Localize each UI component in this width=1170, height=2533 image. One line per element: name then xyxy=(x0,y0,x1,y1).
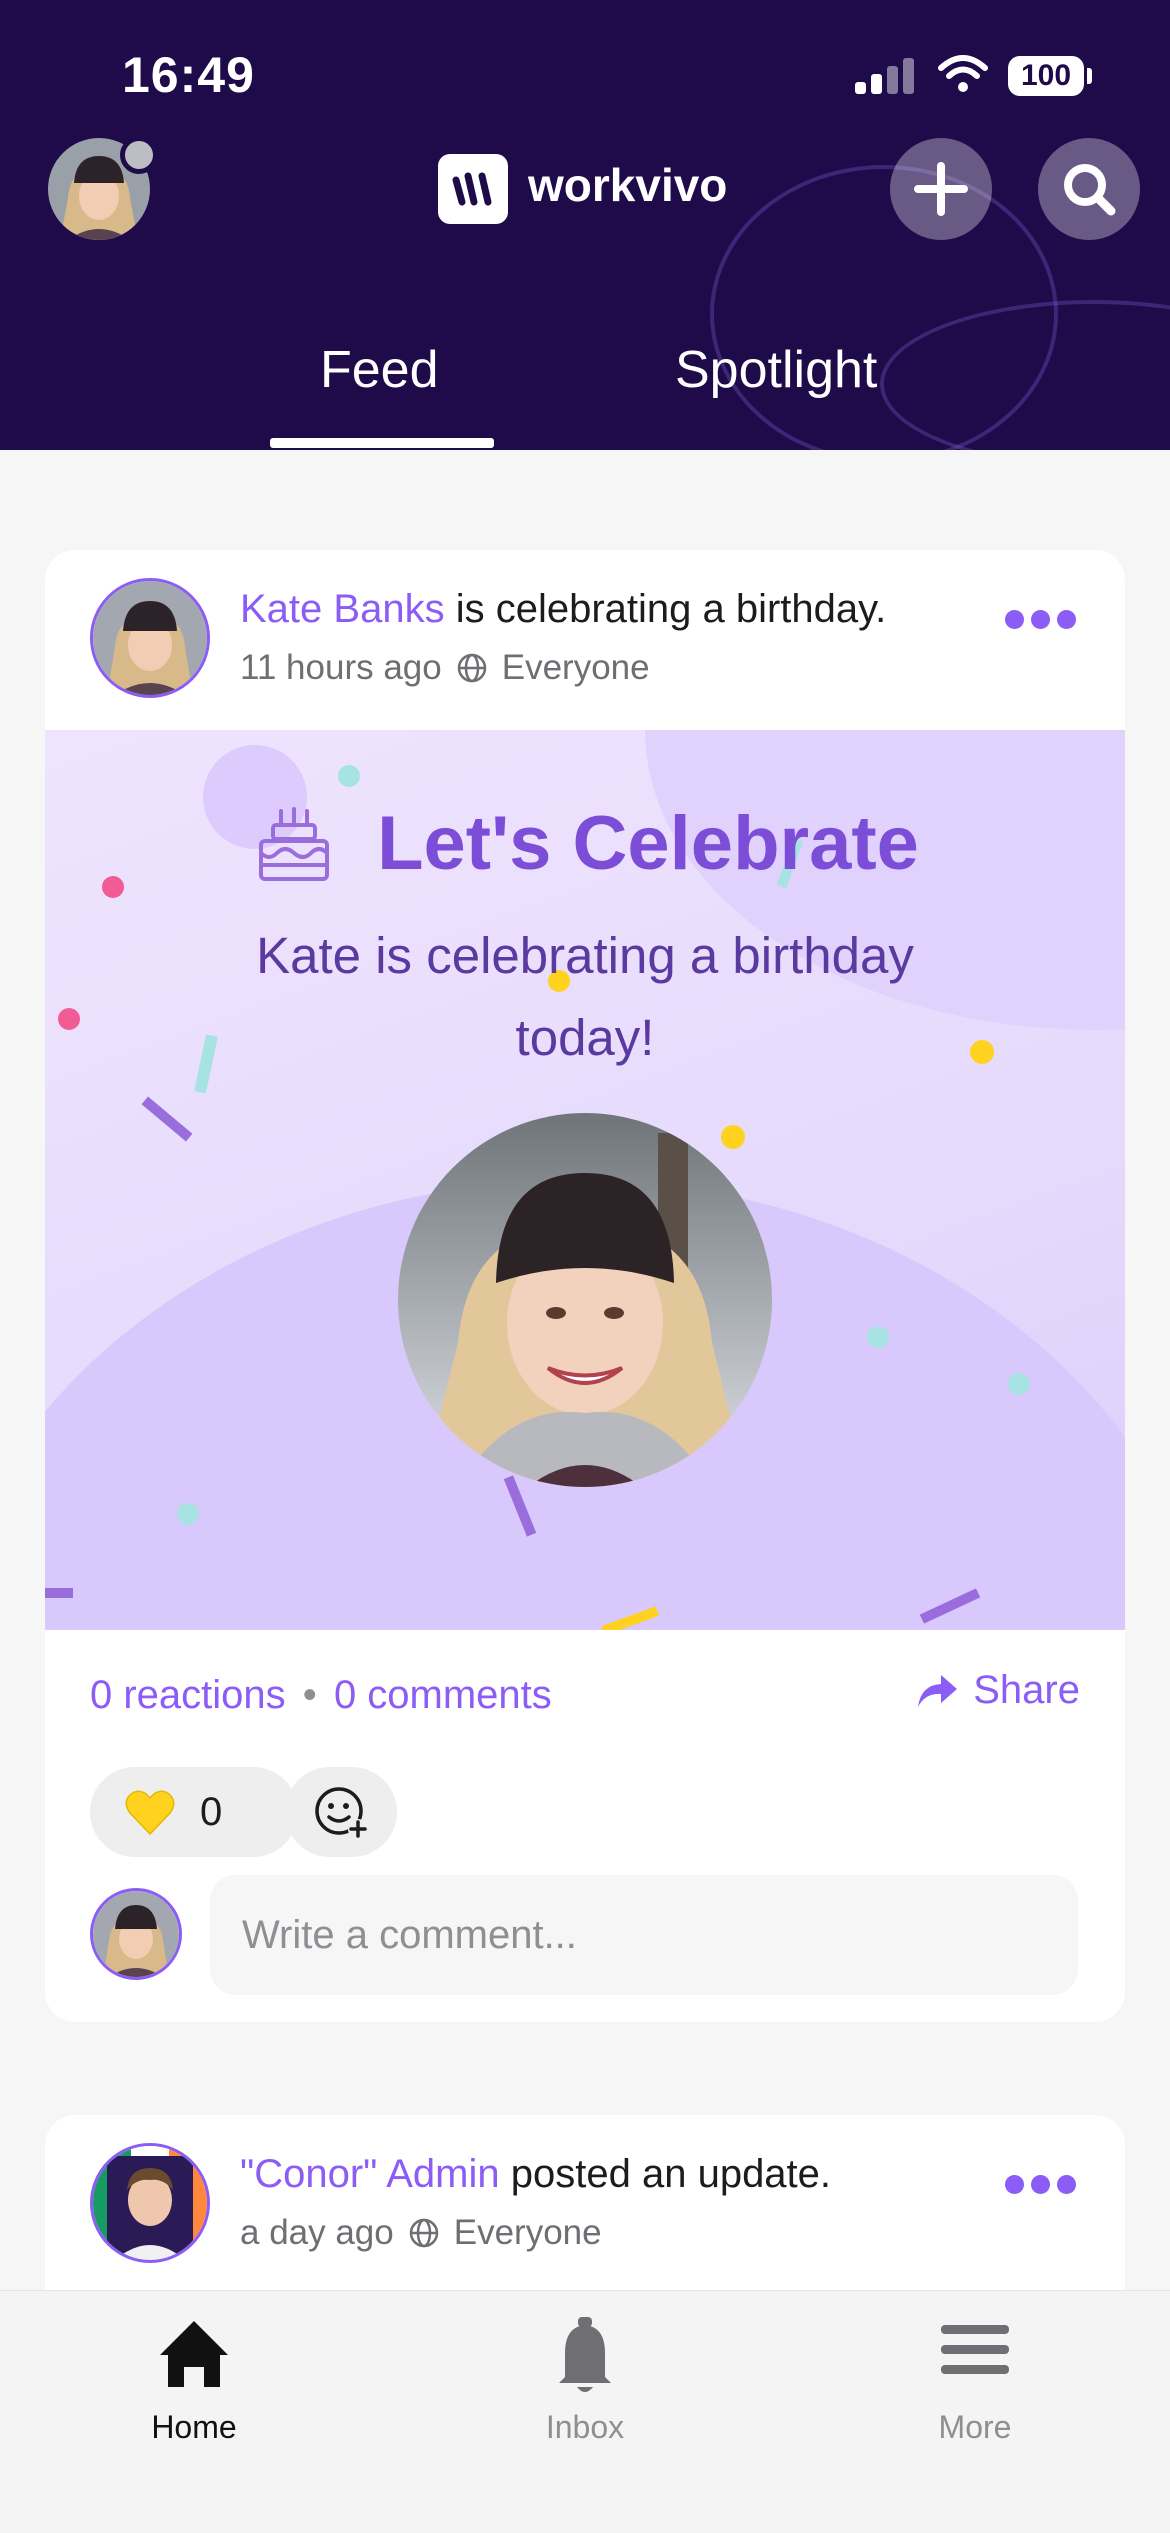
confetti xyxy=(45,1588,73,1598)
battery-tip xyxy=(1087,68,1092,84)
more-options-icon[interactable] xyxy=(1005,610,1076,630)
birthday-cake-icon xyxy=(259,806,330,881)
bell-icon xyxy=(559,2317,611,2392)
home-icon xyxy=(160,2321,228,2387)
active-tab-indicator xyxy=(270,438,494,448)
post-card: Kate Banks is celebrating a birthday. 11… xyxy=(45,550,1125,2022)
celebration-banner: Let's Celebrate Kate is celebrating a bi… xyxy=(45,730,1125,1630)
comments-count-link[interactable]: 0 comments xyxy=(334,1673,552,1717)
post-time: 11 hours ago xyxy=(240,648,442,687)
banner-title: Let's Celebrate xyxy=(377,801,919,886)
app-header: 16:49 100 workvivo Feed Spotlight xyxy=(0,0,1170,450)
battery-indicator: 100 xyxy=(1008,56,1084,96)
nav-inbox-label: Inbox xyxy=(545,2409,625,2445)
post-audience: Everyone xyxy=(501,648,650,687)
banner-subtitle: Kate is celebrating a birthday today! xyxy=(256,927,914,1066)
wifi-icon xyxy=(938,55,988,92)
search-button[interactable] xyxy=(1038,138,1140,240)
menu-icon xyxy=(941,2325,1009,2374)
post-stats: 0 reactions • 0 comments xyxy=(90,1673,552,1718)
presence-status-dot xyxy=(120,136,158,174)
post-action-text: is celebrating a birthday. xyxy=(444,587,887,631)
status-time: 16:49 xyxy=(122,47,255,103)
cellular-signal-icon xyxy=(855,58,915,94)
post-audience: Everyone xyxy=(453,2213,602,2252)
app-name: workvivo xyxy=(528,159,728,211)
stats-separator: • xyxy=(302,1673,317,1717)
confetti xyxy=(721,1125,745,1149)
reactions-count-link[interactable]: 0 reactions xyxy=(90,1673,286,1717)
more-options-icon[interactable] xyxy=(1005,2175,1076,2195)
tab-spotlight[interactable]: Spotlight xyxy=(675,340,877,400)
current-user-avatar xyxy=(90,1888,182,1980)
reaction-count: 0 xyxy=(200,1789,223,1834)
bottom-navigation: Home Inbox More xyxy=(0,2290,1170,2533)
author-name-link[interactable]: Kate Banks xyxy=(240,587,445,631)
confetti xyxy=(58,1008,80,1030)
celebrant-photo xyxy=(398,1113,772,1487)
workvivo-logo-icon xyxy=(438,154,508,224)
post-meta: 11 hours ago Everyone xyxy=(240,648,650,688)
search-icon xyxy=(1064,164,1116,216)
share-label: Share xyxy=(973,1668,1080,1712)
create-button[interactable] xyxy=(890,138,992,240)
confetti xyxy=(141,1096,193,1142)
confetti xyxy=(177,1503,199,1525)
confetti xyxy=(1008,1373,1030,1395)
share-button[interactable]: Share xyxy=(915,1668,1080,1713)
post-meta: a day ago Everyone xyxy=(240,2213,602,2253)
share-arrow-icon xyxy=(918,1674,958,1707)
banner-title-row: Let's Celebrate xyxy=(45,800,1125,887)
comment-input[interactable]: Write a comment... xyxy=(210,1875,1078,1995)
add-emoji-icon xyxy=(315,1787,368,1839)
confetti xyxy=(867,1326,889,1348)
nav-home-label: Home xyxy=(151,2409,237,2445)
author-avatar[interactable] xyxy=(90,2143,210,2263)
post-time: a day ago xyxy=(240,2213,394,2252)
post-headline: "Conor" Admin posted an update. xyxy=(240,2152,831,2197)
plus-icon xyxy=(914,162,968,216)
post-headline: Kate Banks is celebrating a birthday. xyxy=(240,587,886,632)
post-action-text: posted an update. xyxy=(499,2152,832,2196)
globe-icon xyxy=(409,2218,438,2248)
author-name-link[interactable]: "Conor" Admin xyxy=(240,2152,500,2196)
confetti xyxy=(338,765,360,787)
tab-feed[interactable]: Feed xyxy=(320,340,439,400)
reaction-button[interactable]: 0 xyxy=(90,1767,298,1857)
nav-more-label: More xyxy=(938,2409,1012,2445)
heart-icon xyxy=(125,1790,175,1836)
author-avatar[interactable] xyxy=(90,578,210,698)
add-reaction-button[interactable] xyxy=(285,1767,397,1857)
globe-icon xyxy=(457,653,486,683)
